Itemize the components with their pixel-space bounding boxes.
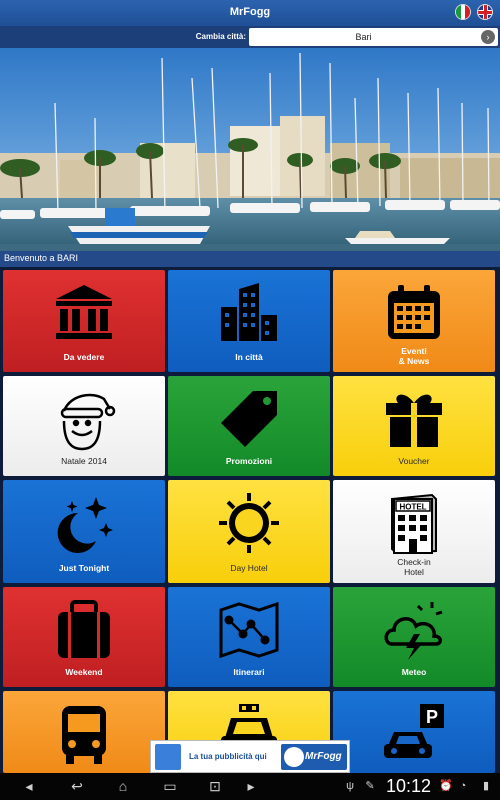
tile-label: Eventi & News xyxy=(398,346,430,366)
phone-icon xyxy=(155,744,181,770)
usb-icon: ψ xyxy=(346,780,354,792)
uk-flag-icon[interactable] xyxy=(477,4,493,20)
battery-icon: ▮ xyxy=(482,780,490,792)
tile-just-tonight[interactable]: Just Tonight xyxy=(3,480,165,583)
tile-label: Day Hotel xyxy=(230,563,268,573)
italian-flag-icon[interactable] xyxy=(455,4,471,20)
suitcase-icon xyxy=(3,595,165,665)
mrfogg-logo-icon xyxy=(284,747,304,767)
tile-label: Just Tonight xyxy=(58,563,110,573)
app-screen: MrFogg Cambia città: Bari › Benvenuto a … xyxy=(0,0,500,800)
category-grid: Da vedere In città Eventi & News Natale … xyxy=(0,267,500,773)
calendar-icon xyxy=(333,278,495,348)
ad-brand-label: MrFogg xyxy=(305,751,342,762)
tile-label: Natale 2014 xyxy=(61,456,107,466)
home-icon[interactable]: ⌂ xyxy=(108,777,138,795)
santa-icon xyxy=(3,384,165,454)
tile-parking[interactable]: P xyxy=(333,691,495,773)
tile-label: Meteo xyxy=(401,667,427,677)
back-icon[interactable]: ↩ xyxy=(60,777,94,795)
gift-icon xyxy=(333,384,495,454)
tile-label: Weekend xyxy=(65,667,103,677)
wifi-icon: ◔ xyxy=(459,780,467,792)
ad-text: La tua pubblicità qui xyxy=(189,752,267,761)
svg-text:HOTEL: HOTEL xyxy=(399,503,426,512)
tile-label: Da vedere xyxy=(63,352,105,362)
tile-weekend[interactable]: Weekend xyxy=(3,587,165,687)
bus-icon xyxy=(3,699,165,769)
tile-da-vedere[interactable]: Da vedere xyxy=(3,270,165,372)
chevron-right-icon[interactable]: › xyxy=(481,30,495,44)
welcome-banner: Benvenuto a BARI xyxy=(0,251,500,267)
tag-icon xyxy=(168,384,330,454)
hotel-icon: HOTEL xyxy=(333,488,495,558)
tile-label: In città xyxy=(235,352,263,362)
alarm-icon: ⏰ xyxy=(439,780,453,792)
tile-label: Check-in Hotel xyxy=(397,557,431,577)
tile-in-citta[interactable]: In città xyxy=(168,270,330,372)
sun-icon xyxy=(168,488,330,558)
tile-label: Promozioni xyxy=(225,456,273,466)
selected-city: Bari xyxy=(355,32,372,42)
app-title: MrFogg xyxy=(229,6,271,18)
change-city-label: Cambia città: xyxy=(195,32,246,41)
ad-banner[interactable]: La tua pubblicità qui MrFogg xyxy=(150,740,350,773)
tile-label: Itinerari xyxy=(233,667,265,677)
city-header-photo xyxy=(0,48,500,251)
tile-natale-2014[interactable]: Natale 2014 xyxy=(3,376,165,476)
volume-down-icon[interactable]: ◂ xyxy=(14,777,44,795)
tile-voucher[interactable]: Voucher xyxy=(333,376,495,476)
museum-icon xyxy=(3,278,165,348)
tile-itinerari[interactable]: Itinerari xyxy=(168,587,330,687)
tile-eventi-news[interactable]: Eventi & News xyxy=(333,270,495,372)
recent-apps-icon[interactable]: ▭ xyxy=(155,777,185,795)
buildings-icon xyxy=(168,278,330,348)
map-icon xyxy=(168,595,330,665)
svg-text:P: P xyxy=(426,707,438,727)
city-selector-bar: Cambia città: Bari › xyxy=(0,26,500,48)
edit-icon: ✎ xyxy=(365,780,375,792)
weather-icon xyxy=(333,595,495,665)
moon-stars-icon xyxy=(3,488,165,558)
tile-check-in-hotel[interactable]: HOTEL Check-in Hotel xyxy=(333,480,495,583)
system-navigation-bar: ◂ ↩ ⌂ ▭ ⊡ ▸ ψ ✎ 10:12 ⏰ ◔ ▮ xyxy=(0,773,500,800)
parking-icon: P xyxy=(333,699,495,769)
ad-brand: MrFogg xyxy=(281,744,347,770)
volume-up-icon[interactable]: ▸ xyxy=(236,777,266,795)
app-title-bar: MrFogg xyxy=(0,0,500,26)
tile-label: Voucher xyxy=(398,456,430,466)
tile-meteo[interactable]: Meteo xyxy=(333,587,495,687)
tile-promozioni[interactable]: Promozioni xyxy=(168,376,330,476)
city-select[interactable]: Bari › xyxy=(249,28,498,46)
status-time: 10:12 xyxy=(386,776,432,796)
tile-day-hotel[interactable]: Day Hotel xyxy=(168,480,330,583)
tile-bus[interactable] xyxy=(3,691,165,773)
screenshot-icon[interactable]: ⊡ xyxy=(200,777,230,795)
